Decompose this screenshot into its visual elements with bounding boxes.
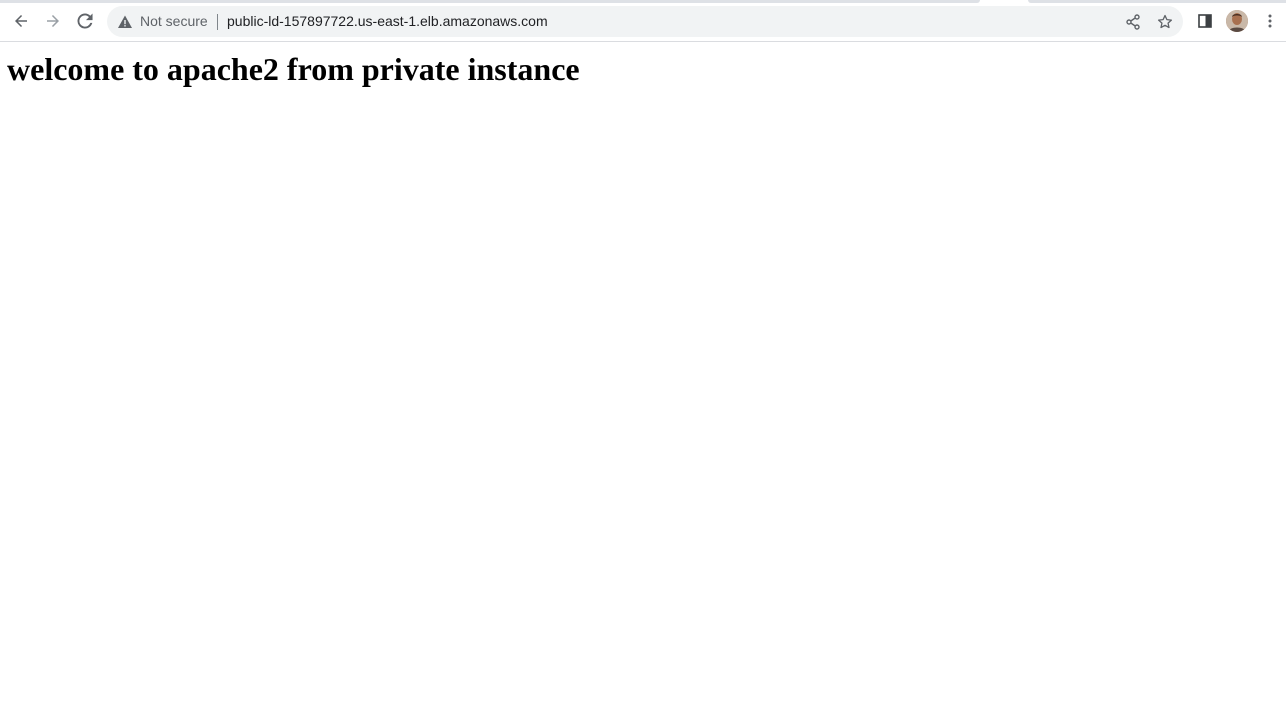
url-text[interactable]: public-ld-157897722.us-east-1.elb.amazon… <box>227 13 548 30</box>
tab-strip-edge-right <box>1028 0 1286 3</box>
address-bar[interactable]: Not secure public-ld-157897722.us-east-1… <box>107 6 1183 37</box>
forward-arrow-icon <box>45 13 61 29</box>
tab-strip-edge <box>0 0 980 3</box>
side-panel-icon <box>1197 13 1213 29</box>
warning-icon[interactable] <box>117 14 133 30</box>
profile-avatar[interactable] <box>1226 10 1248 32</box>
reload-icon <box>77 13 93 29</box>
page-heading: welcome to apache2 from private instance <box>7 51 580 87</box>
browser-menu-button[interactable] <box>1256 7 1284 35</box>
reload-button[interactable] <box>71 7 99 35</box>
omnibox-divider <box>217 14 218 30</box>
back-arrow-icon <box>13 13 29 29</box>
page-content: welcome to apache2 from private instance <box>0 43 1286 701</box>
forward-button[interactable] <box>39 7 67 35</box>
share-icon[interactable] <box>1122 11 1144 33</box>
security-status-label[interactable]: Not secure <box>140 13 208 30</box>
kebab-menu-icon <box>1262 13 1278 29</box>
side-panel-button[interactable] <box>1191 7 1219 35</box>
browser-toolbar: Not secure public-ld-157897722.us-east-1… <box>0 0 1286 42</box>
back-button[interactable] <box>7 7 35 35</box>
star-icon[interactable] <box>1154 11 1176 33</box>
